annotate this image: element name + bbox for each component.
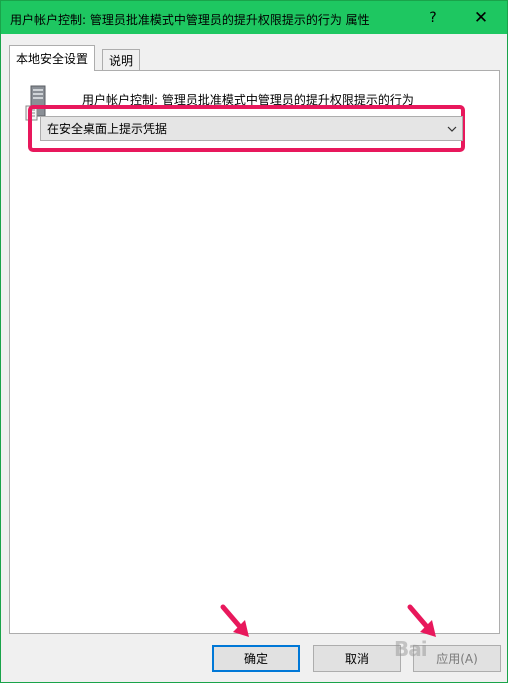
properties-dialog: 用户帐户控制: 管理员批准模式中管理员的提升权限提示的行为 属性 ? ✕ 本地安… (0, 0, 508, 683)
tab-explain[interactable]: 说明 (102, 49, 141, 71)
watermark: Bai (394, 637, 428, 661)
help-button[interactable]: ? (411, 1, 455, 34)
title-bar[interactable]: 用户帐户控制: 管理员批准模式中管理员的提升权限提示的行为 属性 ? ✕ (1, 1, 507, 34)
window-title: 用户帐户控制: 管理员批准模式中管理员的提升权限提示的行为 属性 (10, 13, 370, 27)
ok-button[interactable]: 确定 (212, 645, 300, 672)
prompt-behavior-dropdown[interactable]: 在安全桌面上提示凭据 (40, 116, 463, 141)
close-button[interactable]: ✕ (459, 1, 503, 34)
annotation-arrow-ok (220, 604, 249, 637)
dropdown-selected-value: 在安全桌面上提示凭据 (47, 122, 168, 136)
annotation-arrow-apply (407, 604, 436, 637)
tab-local-security-setting[interactable]: 本地安全设置 (9, 45, 96, 71)
cancel-button[interactable]: 取消 (313, 645, 401, 672)
tab-panel: 用户帐户控制: 管理员批准模式中管理员的提升权限提示的行为 (9, 70, 500, 634)
chevron-down-icon (442, 126, 462, 132)
